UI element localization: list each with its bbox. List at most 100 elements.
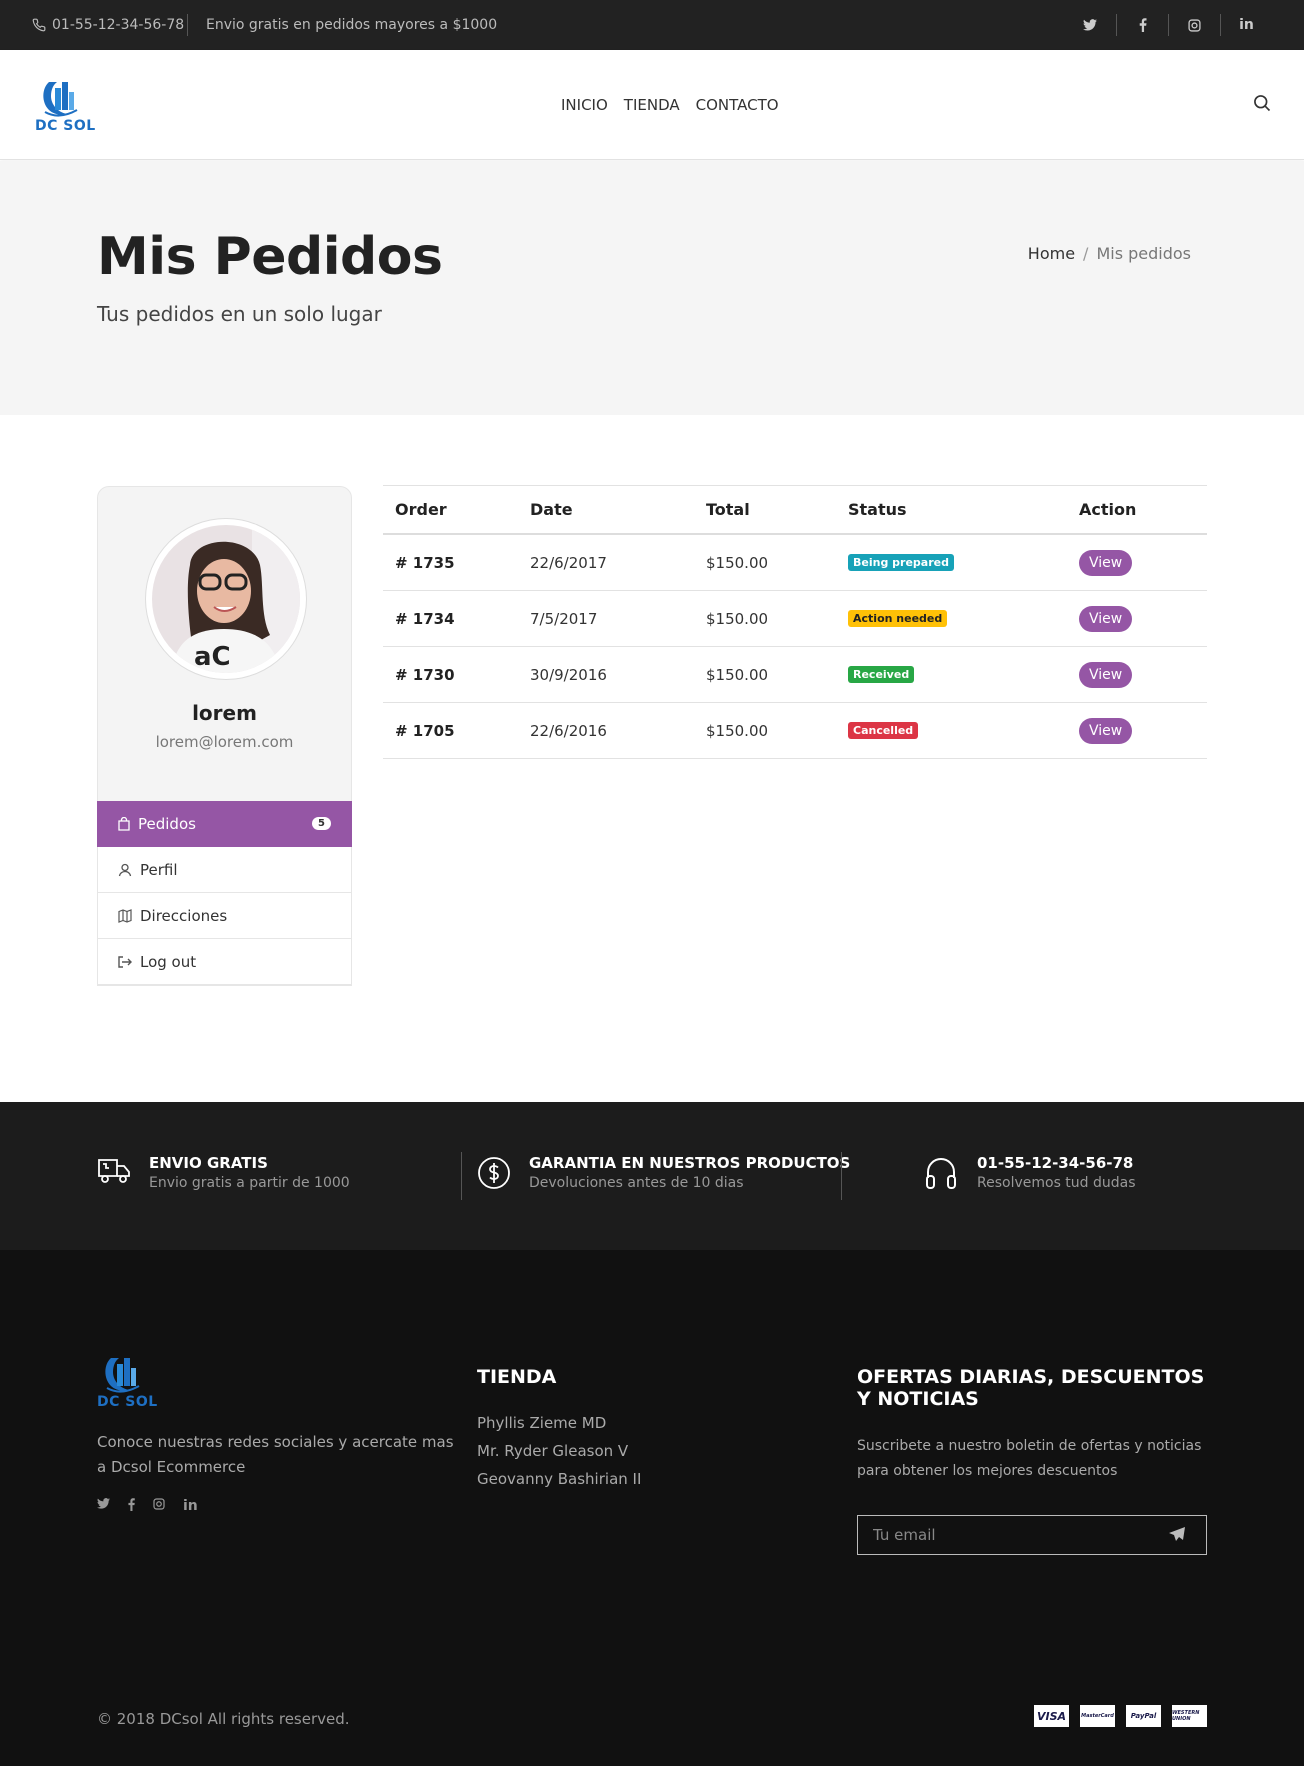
order-number: # 1734 [395, 609, 455, 628]
topbar-promo: Envio gratis en pedidos mayores a $1000 [206, 17, 498, 33]
footer-logo[interactable]: DC SOL [97, 1350, 159, 1414]
view-order-button[interactable]: View [1079, 717, 1133, 744]
bag-icon [118, 816, 130, 831]
site-footer: DC SOL Conoce nuestras redes sociales y … [0, 1250, 1304, 1766]
paypal-icon: PayPal [1126, 1705, 1161, 1727]
feature-divider [841, 1152, 842, 1200]
linkedin-icon[interactable]: in [183, 1498, 198, 1514]
topbar-phone[interactable]: 01-55-12-34-56-78 [32, 0, 184, 50]
column-header-date: Date [530, 500, 573, 519]
topbar-divider [187, 14, 188, 36]
view-order-button[interactable]: View [1079, 549, 1133, 576]
logo-text: DC SOL [35, 118, 96, 134]
profile-menu-perfil[interactable]: Perfil [97, 847, 352, 893]
profile-menu-pedidos[interactable]: Pedidos 5 [97, 801, 352, 847]
linkedin-icon[interactable]: in [1220, 14, 1272, 36]
breadcrumb: Home / Mis pedidos [1028, 244, 1191, 263]
map-icon [118, 908, 132, 923]
search-icon[interactable] [1252, 93, 1272, 113]
page-title: Mis Pedidos [97, 227, 443, 287]
send-icon[interactable] [1168, 1526, 1186, 1542]
order-number: # 1730 [395, 665, 455, 684]
instagram-icon[interactable] [1168, 14, 1220, 36]
footer-store-title: TIENDA [477, 1366, 557, 1388]
features-strip: ENVIO GRATIS Envio gratis a partir de 10… [0, 1102, 1304, 1250]
twitter-icon[interactable] [1064, 14, 1116, 36]
feature-desc: Devoluciones antes de 10 dias [529, 1175, 744, 1191]
mastercard-icon: MasterCard [1080, 1705, 1115, 1727]
status-badge: Received [848, 666, 915, 683]
site-header: DC SOL INICIO TIENDA CONTACTO [0, 50, 1304, 160]
status-badge: Action needed [848, 610, 948, 627]
user-icon [118, 863, 132, 877]
status-badge: Cancelled [848, 722, 919, 739]
order-date: 30/9/2016 [530, 665, 607, 684]
logo-building-icon [105, 1358, 140, 1393]
view-order-button[interactable]: View [1079, 605, 1133, 632]
table-row: # 1735 22/6/2017 $150.00 Being prepared … [383, 535, 1207, 591]
orders-count-badge: 5 [312, 817, 331, 830]
svg-text:aC: aC [194, 642, 231, 672]
footer-link[interactable]: Phyllis Zieme MD [477, 1409, 641, 1437]
profile-menu-label: Log out [140, 952, 197, 971]
main-nav: INICIO TIENDA CONTACTO [561, 50, 779, 160]
profile-email: lorem@lorem.com [155, 733, 294, 751]
order-date: 22/6/2016 [530, 721, 607, 740]
feature-desc: Envio gratis a partir de 1000 [149, 1175, 350, 1191]
breadcrumb-home[interactable]: Home [1028, 244, 1075, 263]
headphones-icon [925, 1156, 957, 1190]
copyright: © 2018 DCsol All rights reserved. [97, 1710, 350, 1728]
nav-item-inicio[interactable]: INICIO [561, 96, 608, 114]
table-header: Order Date Total Status Action [383, 485, 1207, 535]
feature-title: 01-55-12-34-56-78 [977, 1154, 1134, 1172]
column-header-action: Action [1079, 500, 1137, 519]
footer-link[interactable]: Geovanny Bashirian II [477, 1465, 641, 1493]
profile-card: aC lorem lorem@lorem.com Pedidos 5 Perfi… [97, 486, 352, 986]
logo[interactable]: DC SOL [35, 74, 97, 138]
avatar: aC [146, 519, 306, 679]
view-order-button[interactable]: View [1079, 661, 1133, 688]
instagram-icon[interactable] [153, 1498, 165, 1514]
feature-title: GARANTIA EN NUESTROS PRODUCTOS [529, 1154, 851, 1172]
status-badge: Being prepared [848, 554, 954, 571]
western-union-icon: WESTERN UNION [1172, 1705, 1207, 1727]
email-field[interactable] [858, 1516, 1158, 1554]
order-total: $150.00 [706, 553, 769, 572]
order-number: # 1735 [395, 553, 455, 572]
footer-news-text: Suscribete a nuestro boletin de ofertas … [857, 1438, 1202, 1479]
dollar-icon [477, 1156, 511, 1190]
nav-item-contacto[interactable]: CONTACTO [696, 96, 779, 114]
topbar-social: in [1064, 0, 1272, 50]
profile-menu-label: Direcciones [140, 906, 228, 925]
feature-divider [461, 1152, 462, 1200]
footer-link[interactable]: Mr. Ryder Gleason V [477, 1437, 641, 1465]
order-total: $150.00 [706, 609, 769, 628]
profile-menu-logout[interactable]: Log out [97, 939, 352, 985]
twitter-icon[interactable] [97, 1498, 110, 1514]
logo-text: DC SOL [97, 1394, 158, 1410]
feature-title: ENVIO GRATIS [149, 1154, 268, 1172]
top-bar: 01-55-12-34-56-78 Envio gratis en pedido… [0, 0, 1304, 50]
order-date: 22/6/2017 [530, 553, 607, 572]
footer-about: Conoce nuestras redes sociales y acercat… [97, 1433, 454, 1476]
table-row: # 1734 7/5/2017 $150.00 Action needed Vi… [383, 591, 1207, 647]
topbar-phone-text: 01-55-12-34-56-78 [52, 17, 185, 33]
column-header-total: Total [706, 500, 750, 519]
truck-icon [97, 1156, 131, 1186]
orders-table: Order Date Total Status Action # 1735 22… [383, 485, 1207, 759]
page-subtitle: Tus pedidos en un solo lugar [97, 302, 382, 326]
facebook-icon[interactable] [128, 1498, 135, 1514]
breadcrumb-separator: / [1083, 244, 1089, 263]
table-row: # 1705 22/6/2016 $150.00 Cancelled View [383, 703, 1207, 759]
profile-menu-direcciones[interactable]: Direcciones [97, 893, 352, 939]
table-row: # 1730 30/9/2016 $150.00 Received View [383, 647, 1207, 703]
payment-cards: VISA MasterCard PayPal WESTERN UNION [1034, 1705, 1207, 1727]
logo-building-icon [43, 82, 78, 117]
facebook-icon[interactable] [1116, 14, 1168, 36]
nav-item-tienda[interactable]: TIENDA [624, 96, 680, 114]
column-header-status: Status [848, 500, 907, 519]
phone-icon [32, 18, 46, 32]
column-header-order: Order [395, 500, 447, 519]
order-total: $150.00 [706, 721, 769, 740]
profile-name: lorem [192, 701, 257, 725]
